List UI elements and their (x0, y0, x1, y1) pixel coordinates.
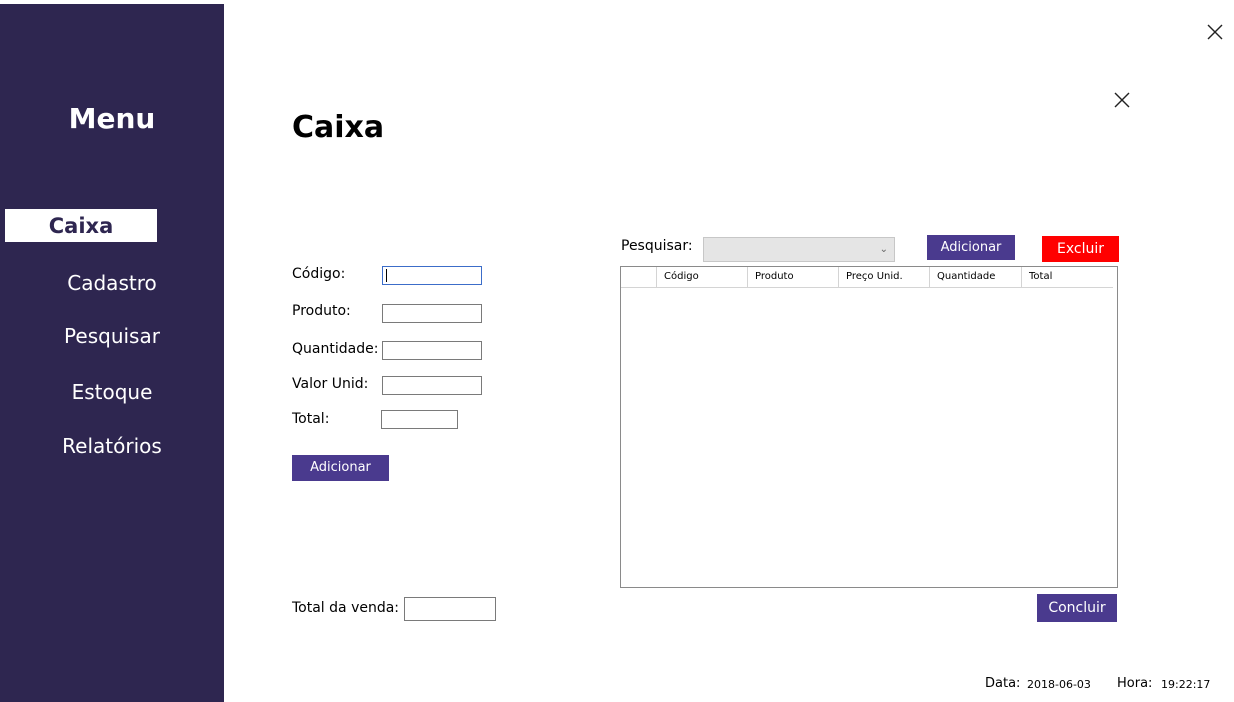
valor-unid-label: Valor Unid: (292, 376, 369, 392)
conclude-button[interactable]: Concluir (1037, 594, 1117, 622)
column-header-produto[interactable]: Produto (748, 267, 839, 287)
column-header-quantidade[interactable]: Quantidade (930, 267, 1022, 287)
time-value: 19:22:17 (1161, 678, 1211, 691)
sidebar: Menu Caixa Cadastro Pesquisar Estoque Re… (0, 4, 224, 702)
time-label: Hora: (1117, 676, 1153, 691)
quantidade-label: Quantidade: (292, 341, 379, 357)
sidebar-item-caixa[interactable]: Caixa (4, 208, 158, 243)
sidebar-item-relatorios[interactable]: Relatórios (0, 434, 224, 458)
column-header-codigo[interactable]: Código (657, 267, 748, 287)
table-header: Código Produto Preço Unid. Quantidade To… (621, 267, 1113, 288)
delete-button[interactable]: Excluir (1042, 236, 1119, 262)
sale-items-table[interactable]: Código Produto Preço Unid. Quantidade To… (620, 266, 1118, 588)
produto-field[interactable] (382, 304, 482, 323)
panel-close-icon[interactable] (1112, 90, 1132, 110)
codigo-label: Código: (292, 266, 346, 282)
produto-label: Produto: (292, 303, 351, 319)
total-field[interactable] (381, 410, 458, 429)
sidebar-item-estoque[interactable]: Estoque (0, 380, 224, 404)
total-venda-field[interactable] (404, 597, 496, 621)
quantidade-field[interactable] (382, 341, 482, 360)
column-header-preco-unid[interactable]: Preço Unid. (839, 267, 930, 287)
product-search-combobox[interactable]: ⌄ (703, 237, 895, 262)
codigo-field[interactable] (382, 266, 482, 285)
window-close-icon[interactable] (1205, 22, 1225, 42)
total-venda-label: Total da venda: (292, 600, 400, 616)
chevron-down-icon: ⌄ (879, 244, 888, 255)
form-add-button[interactable]: Adicionar (292, 455, 389, 481)
sidebar-item-pesquisar[interactable]: Pesquisar (0, 324, 224, 348)
total-label: Total: (292, 411, 330, 427)
date-label: Data: (985, 676, 1021, 691)
valor-unid-field[interactable] (382, 376, 482, 395)
page-title: Caixa (292, 110, 385, 145)
sidebar-item-cadastro[interactable]: Cadastro (0, 271, 224, 295)
text-caret (386, 269, 387, 282)
search-add-button[interactable]: Adicionar (927, 235, 1015, 260)
row-header-cell (621, 267, 657, 287)
date-value: 2018-06-03 (1027, 678, 1091, 691)
menu-title: Menu (68, 102, 156, 135)
column-header-total[interactable]: Total (1022, 267, 1113, 287)
pesquisar-label: Pesquisar: (621, 238, 693, 254)
